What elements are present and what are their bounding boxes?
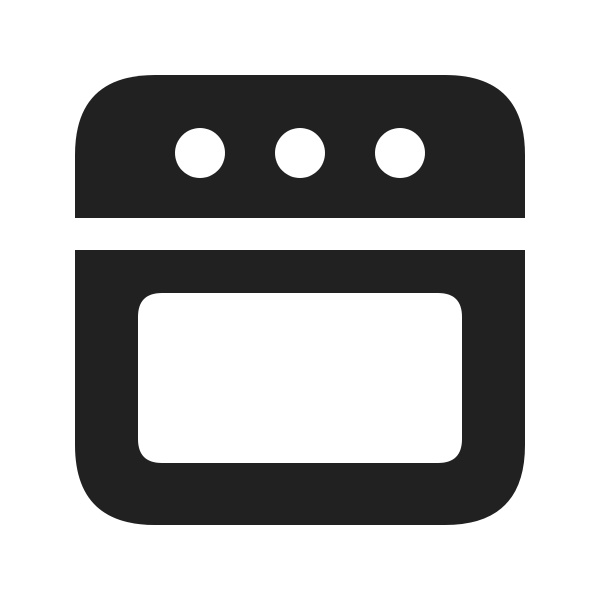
oven-knob-3 [375,128,425,178]
icon-canvas [0,0,600,600]
oven-knob-2 [275,128,325,178]
oven-knob-1 [175,128,225,178]
oven-body [75,250,525,525]
oven-icon [75,75,525,525]
